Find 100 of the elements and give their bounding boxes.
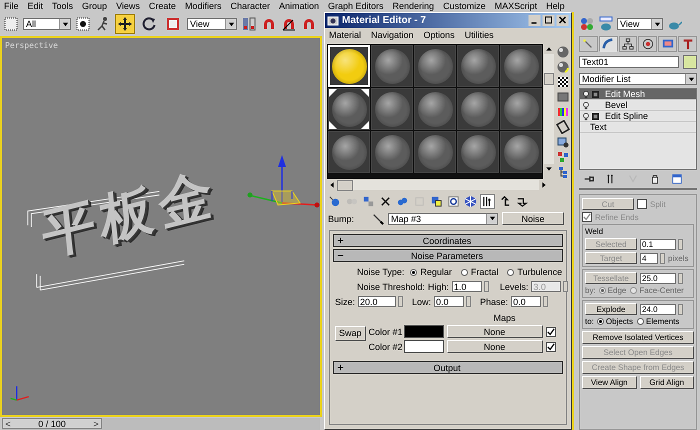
menu-item[interactable]: Material — [329, 30, 362, 40]
trash-icon[interactable] — [649, 173, 661, 185]
menu-item[interactable]: Group — [82, 1, 108, 11]
channel-zero-icon[interactable] — [447, 195, 460, 208]
rollout-header[interactable]: Output — [333, 361, 563, 374]
menu-item[interactable]: Animation — [278, 1, 319, 11]
make-unique-icon[interactable] — [396, 195, 409, 208]
align-button[interactable]: View Align — [582, 376, 636, 389]
dropdown-arrow-icon[interactable] — [488, 215, 496, 222]
time-slider-track[interactable]: < 0 / 100 > — [2, 418, 320, 430]
menu-item[interactable]: Utilities — [464, 30, 494, 40]
light-bulb-icon[interactable] — [582, 90, 590, 98]
expand-icon[interactable] — [592, 112, 599, 120]
map-button[interactable]: None — [446, 340, 543, 353]
render-view-dropdown[interactable]: View — [617, 18, 663, 30]
hierarchy-tab[interactable] — [618, 36, 638, 52]
region-select-icon[interactable] — [3, 16, 19, 32]
noise-type-radio[interactable]: Turbulence — [507, 267, 562, 277]
scroll-left-icon[interactable] — [327, 180, 337, 190]
horizontal-scrollbar[interactable] — [327, 180, 549, 190]
monitor-icon[interactable] — [662, 38, 674, 50]
stack-item[interactable]: Bevel — [580, 100, 696, 111]
rollout-title[interactable]: Noise Parameters — [344, 250, 550, 260]
menu-item[interactable]: Edit — [28, 1, 44, 11]
menu-item[interactable]: Navigation — [371, 30, 414, 40]
checker-icon[interactable] — [556, 75, 570, 89]
curve-icon[interactable] — [602, 38, 614, 50]
previous-frame-button[interactable]: < — [3, 418, 13, 428]
modify-tab[interactable] — [598, 36, 618, 52]
maximize-button[interactable] — [542, 15, 555, 26]
scroll-thumb[interactable] — [544, 73, 554, 85]
rollout-title[interactable]: Coordinates — [344, 236, 550, 246]
minimize-button[interactable] — [528, 15, 541, 26]
rollout-title[interactable]: Output — [344, 362, 550, 372]
menu-item[interactable]: MAXScript — [494, 1, 538, 11]
dropdown-arrow-icon[interactable] — [228, 20, 234, 28]
square-icon[interactable] — [556, 90, 570, 104]
noise-type-radio[interactable]: Regular — [410, 267, 452, 277]
color-swatch[interactable] — [404, 325, 444, 338]
create-tab[interactable] — [579, 36, 598, 52]
stack-item[interactable]: Edit Mesh — [580, 89, 696, 100]
close-button[interactable] — [556, 15, 569, 26]
menu-item[interactable]: Create — [148, 1, 176, 11]
menu-item[interactable]: Graph Editors — [328, 1, 384, 11]
next-frame-button[interactable]: > — [91, 418, 101, 428]
effects-channel-icon[interactable] — [430, 195, 443, 208]
plus-icon[interactable] — [337, 237, 344, 244]
motion-tab[interactable] — [638, 36, 658, 52]
utilities-tab[interactable] — [678, 36, 697, 52]
mirror-icon[interactable] — [241, 16, 257, 32]
dropdown-arrow-icon[interactable] — [62, 20, 68, 28]
backlight-sphere-icon[interactable] — [556, 60, 570, 74]
stack-item[interactable]: Text — [580, 122, 696, 133]
hammer-icon[interactable] — [682, 38, 694, 50]
show-end-result-icon[interactable] — [481, 195, 494, 208]
teapot-icon[interactable] — [598, 16, 614, 32]
selection-filter-dropdown[interactable]: All — [23, 18, 71, 30]
menu-item[interactable]: Help — [546, 1, 565, 11]
show-map-icon[interactable] — [464, 195, 477, 208]
sphere-icon[interactable] — [556, 45, 570, 59]
explode-option-radio[interactable]: Objects — [596, 317, 634, 326]
map-button[interactable]: None — [446, 325, 543, 338]
assign-material-icon[interactable] — [362, 195, 375, 208]
options-icon[interactable] — [556, 135, 570, 149]
display-tab[interactable] — [658, 36, 678, 52]
angle-snap-icon[interactable] — [281, 16, 297, 32]
get-material-icon[interactable] — [328, 195, 341, 208]
reference-coordinate-dropdown[interactable]: View — [187, 18, 237, 30]
menu-item[interactable]: File — [4, 1, 19, 11]
dropdown-arrow-icon[interactable] — [688, 76, 694, 82]
menu-item[interactable]: Views — [116, 1, 140, 11]
menu-item[interactable]: Rendering — [392, 1, 434, 11]
color-bars-icon[interactable] — [556, 105, 570, 119]
menu-item[interactable]: Modifiers — [184, 1, 222, 11]
go-forward-icon[interactable] — [515, 195, 528, 208]
align-button[interactable]: Grid Align — [640, 376, 694, 389]
light-bulb-icon[interactable] — [582, 100, 590, 110]
rollout-header[interactable]: Coordinates — [333, 234, 563, 247]
stack-item[interactable]: Edit Spline — [580, 111, 696, 122]
menu-item[interactable]: Character — [230, 1, 270, 11]
target-icon[interactable] — [642, 38, 654, 50]
explode-button[interactable]: Explode — [585, 303, 637, 315]
light-bulb-icon[interactable] — [582, 112, 590, 120]
select-by-material-icon[interactable] — [556, 150, 570, 164]
object-name-field[interactable]: Text01 — [579, 56, 679, 68]
dropdown-arrow-icon[interactable] — [654, 20, 660, 28]
rollout-header[interactable]: Noise Parameters — [333, 249, 563, 262]
delete-icon[interactable] — [379, 195, 392, 208]
color-dots-icon[interactable] — [579, 16, 595, 32]
map-name-dropdown[interactable]: Map #3 — [388, 212, 498, 224]
time-slider-thumb[interactable]: < 0 / 100 > — [2, 418, 102, 429]
wand-icon[interactable] — [582, 38, 594, 50]
modifier-list-dropdown[interactable]: Modifier List — [579, 73, 697, 85]
plus-icon[interactable] — [337, 364, 344, 371]
menu-item[interactable]: Tools — [52, 1, 74, 11]
noise-type-radio[interactable]: Fractal — [460, 267, 498, 277]
map-type-button[interactable]: Noise — [502, 212, 564, 225]
move-tool[interactable] — [115, 14, 135, 34]
menu-item[interactable]: Customize — [443, 1, 486, 11]
select-object-icon[interactable] — [75, 16, 91, 32]
